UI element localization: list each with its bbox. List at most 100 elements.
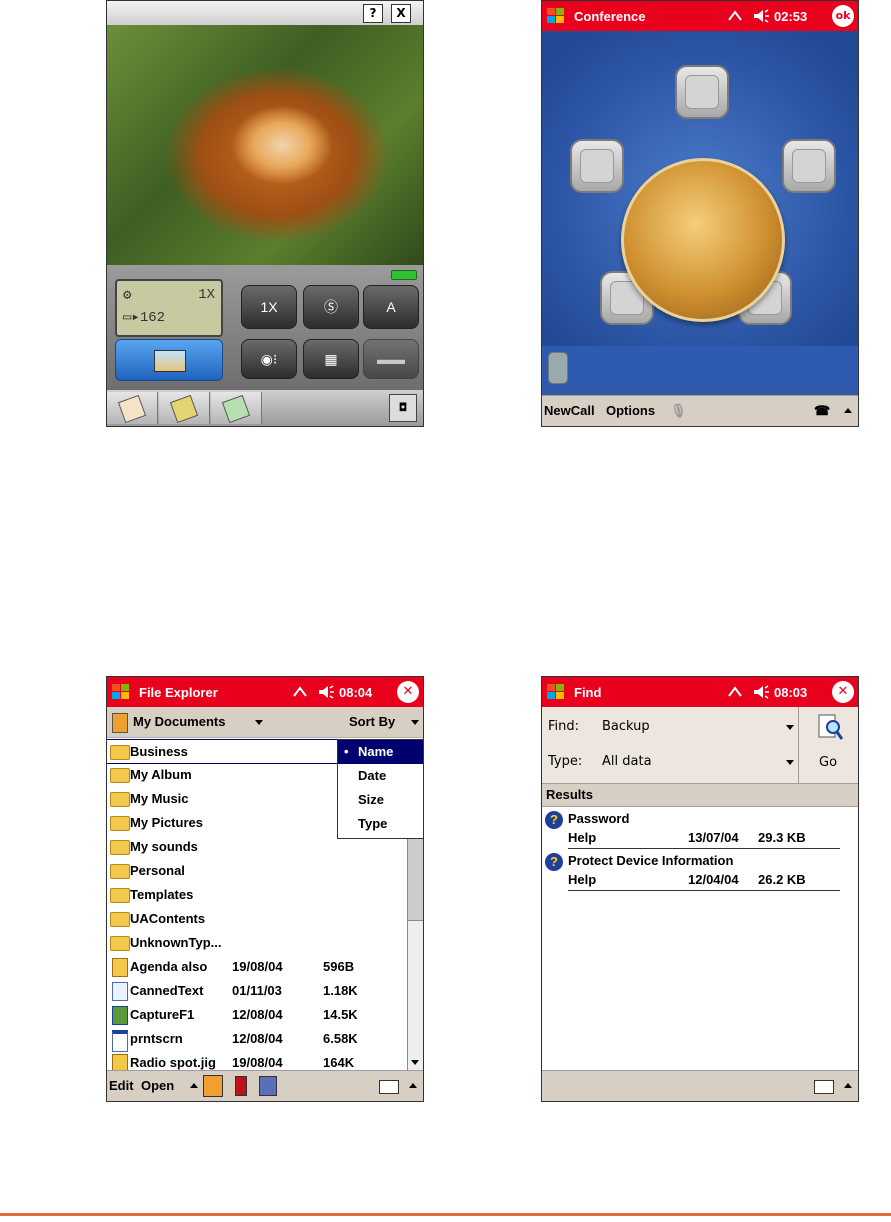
list-item[interactable]: CannedText 01/11/03 1.18K	[107, 979, 407, 1002]
sip-toggle-icon[interactable]	[844, 408, 852, 413]
close-button[interactable]: X	[391, 4, 411, 23]
camera-mode-button[interactable]: ◘	[389, 394, 417, 422]
list-item[interactable]: CaptureF1 12/08/04 14.5K	[107, 1003, 407, 1026]
notes-icon	[117, 394, 147, 424]
edit-menu[interactable]: Edit	[109, 1078, 134, 1093]
sort-by-dropdown[interactable]: Sort By	[349, 714, 395, 729]
chevron-up-icon[interactable]	[190, 1083, 198, 1088]
open-menu[interactable]: Open	[141, 1078, 174, 1093]
speaker-icon[interactable]	[752, 684, 770, 700]
list-item[interactable]: Templates	[107, 883, 407, 906]
flash-icon: Ⓢ	[324, 299, 338, 315]
folder-icon	[110, 745, 130, 760]
landscape-icon	[154, 350, 186, 372]
camera-control-panel: ⚙ 1X ▭▸162 1X Ⓢ A ◉⁝ ▦ ▬▬	[107, 265, 423, 390]
microphone-icon[interactable]: 🎙	[670, 403, 687, 419]
clock-time[interactable]: 02:53	[774, 9, 807, 24]
go-button[interactable]: Go	[798, 707, 858, 783]
folder-icon	[110, 864, 130, 879]
size-button[interactable]: ▬▬	[363, 339, 419, 379]
windows-start-icon[interactable]	[111, 683, 131, 701]
ok-button[interactable]: ok	[832, 5, 854, 27]
help-button[interactable]: ?	[363, 4, 383, 23]
path-bar: My Documents Sort By	[107, 707, 423, 738]
list-item[interactable]: Personal	[107, 859, 407, 882]
results-header: Results	[542, 784, 858, 807]
camera-tab-bar: ◘	[107, 390, 423, 426]
held-call-slot[interactable]	[548, 352, 568, 384]
help-icon: ?	[545, 811, 563, 829]
tab-pencil[interactable]	[159, 392, 210, 424]
chevron-down-icon[interactable]	[255, 720, 263, 725]
shutter-button[interactable]	[115, 339, 223, 381]
clock-time[interactable]: 08:04	[339, 685, 372, 700]
keyboard-icon[interactable]	[814, 1080, 834, 1094]
sort-option-type[interactable]: Type	[338, 812, 423, 836]
list-item[interactable]: ? Password Help 13/07/04 29.3 KB	[542, 809, 858, 853]
close-button[interactable]: ✕	[832, 681, 854, 703]
camera-preview-image	[107, 25, 423, 265]
chevron-down-icon[interactable]	[786, 760, 794, 765]
type-select[interactable]: All data	[602, 754, 652, 769]
list-item[interactable]: Agenda also 19/08/04 596B	[107, 955, 407, 978]
zoom-button[interactable]: 1X	[241, 285, 297, 329]
sip-toggle-icon[interactable]	[844, 1083, 852, 1088]
scrollbar-thumb[interactable]	[408, 835, 423, 921]
chevron-down-icon[interactable]	[786, 725, 794, 730]
storage-card-icon[interactable]	[235, 1076, 247, 1096]
tab-notes[interactable]	[107, 392, 158, 424]
sort-option-date[interactable]: Date	[338, 764, 423, 788]
list-item[interactable]: UnknownTyp...	[107, 931, 407, 954]
connectivity-icon[interactable]	[292, 684, 308, 700]
effects-button[interactable]: ◉⁝	[241, 339, 297, 379]
conference-room-area	[542, 31, 858, 386]
speaker-icon[interactable]	[317, 684, 335, 700]
network-share-icon[interactable]	[259, 1076, 277, 1096]
list-item[interactable]: prntscrn 12/08/04 6.58K	[107, 1027, 407, 1052]
lcd-zoom-value: 1X	[198, 287, 215, 303]
keyboard-icon[interactable]	[379, 1080, 399, 1094]
current-folder-dropdown[interactable]: My Documents	[133, 714, 225, 729]
list-item[interactable]: UAContents	[107, 907, 407, 930]
auto-button[interactable]: A	[363, 285, 419, 329]
close-button[interactable]: ✕	[397, 681, 419, 703]
window-title: Find	[574, 685, 602, 700]
media-file-icon	[112, 1054, 128, 1071]
chevron-down-icon[interactable]	[411, 720, 419, 725]
device-storage-icon[interactable]	[203, 1075, 223, 1097]
sip-toggle-icon[interactable]	[409, 1083, 417, 1088]
participant-seat[interactable]	[782, 139, 836, 193]
newcall-menu[interactable]: NewCall	[544, 403, 595, 418]
sort-option-size[interactable]: Size	[338, 788, 423, 812]
menu-bar: NewCall Options 🎙 ☎	[542, 395, 858, 426]
participant-seat[interactable]	[570, 139, 624, 193]
folder-icon	[110, 936, 130, 951]
pencil-icon	[169, 394, 199, 424]
options-menu[interactable]: Options	[606, 403, 655, 418]
lcd-shots-remaining: 162	[139, 310, 166, 326]
grid-button[interactable]: ▦	[303, 339, 359, 379]
list-item[interactable]: ? Protect Device Information Help 12/04/…	[542, 851, 858, 895]
calculator-icon	[221, 394, 251, 424]
clock-time[interactable]: 08:03	[774, 685, 807, 700]
document-icon	[112, 982, 128, 1001]
find-input[interactable]: Backup	[602, 719, 650, 734]
page-footer-rule	[0, 1213, 891, 1216]
phone-icon[interactable]: ☎	[814, 403, 830, 419]
search-icon	[818, 714, 843, 740]
participant-seat[interactable]	[675, 65, 729, 119]
connectivity-icon[interactable]	[727, 8, 743, 24]
flash-button[interactable]: Ⓢ	[303, 285, 359, 329]
windows-start-icon[interactable]	[546, 683, 566, 701]
window-title: Conference	[574, 9, 646, 24]
list-item[interactable]: Radio spot.jig 19/08/04 164K	[107, 1051, 407, 1071]
speaker-icon[interactable]	[752, 8, 770, 24]
connectivity-icon[interactable]	[727, 684, 743, 700]
sort-option-name[interactable]: • Name	[338, 740, 423, 764]
grid-icon: ▦	[324, 351, 338, 367]
title-bar: Find 08:03 ✕	[542, 677, 858, 707]
scroll-down-icon[interactable]	[411, 1060, 419, 1065]
windows-start-icon[interactable]	[546, 7, 566, 25]
camera-top-bar: ? X	[107, 1, 423, 25]
tab-calculator[interactable]	[211, 392, 262, 424]
